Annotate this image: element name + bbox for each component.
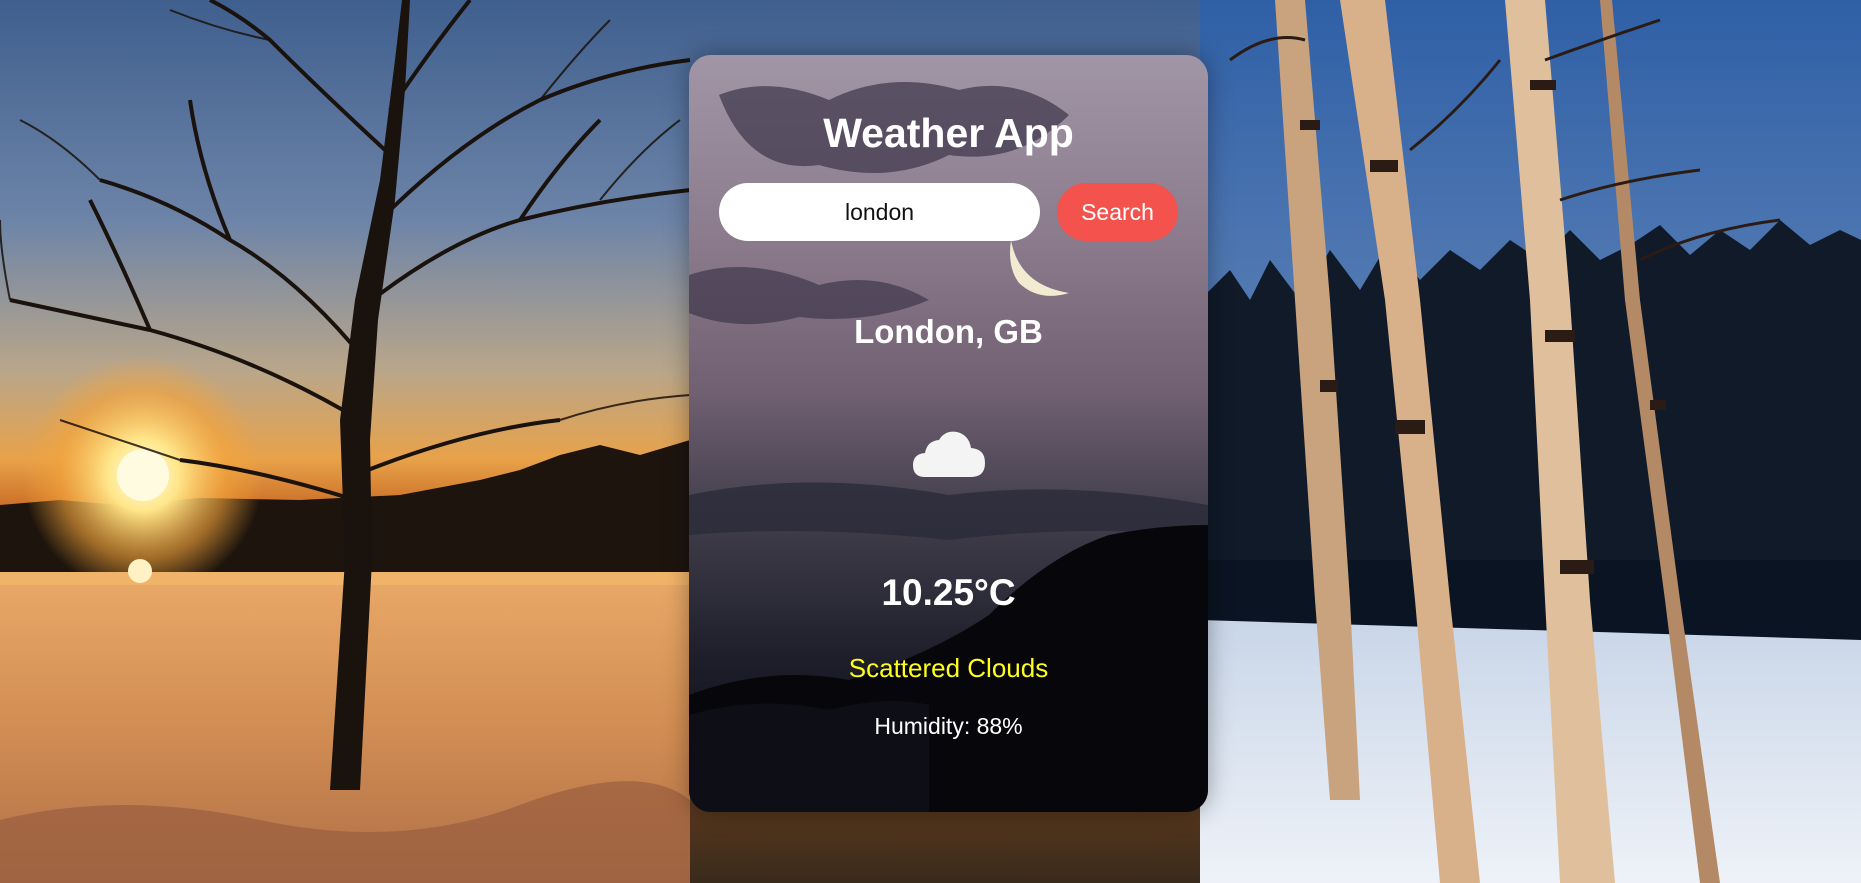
cloud-icon	[913, 431, 985, 477]
app-title: Weather App	[823, 110, 1074, 156]
card-content: Weather App Search London, GB 10.25°C Sc…	[689, 55, 1208, 812]
search-bar: Search	[719, 183, 1178, 241]
location-label: London, GB	[854, 313, 1043, 350]
weather-description: Scattered Clouds	[848, 653, 1049, 683]
city-search-input[interactable]	[719, 183, 1040, 241]
humidity-value: Humidity: 88%	[874, 713, 1023, 739]
search-button[interactable]: Search	[1057, 183, 1178, 241]
temperature-value: 10.25°C	[881, 572, 1016, 613]
weather-card: Weather App Search London, GB 10.25°C Sc…	[689, 55, 1208, 812]
